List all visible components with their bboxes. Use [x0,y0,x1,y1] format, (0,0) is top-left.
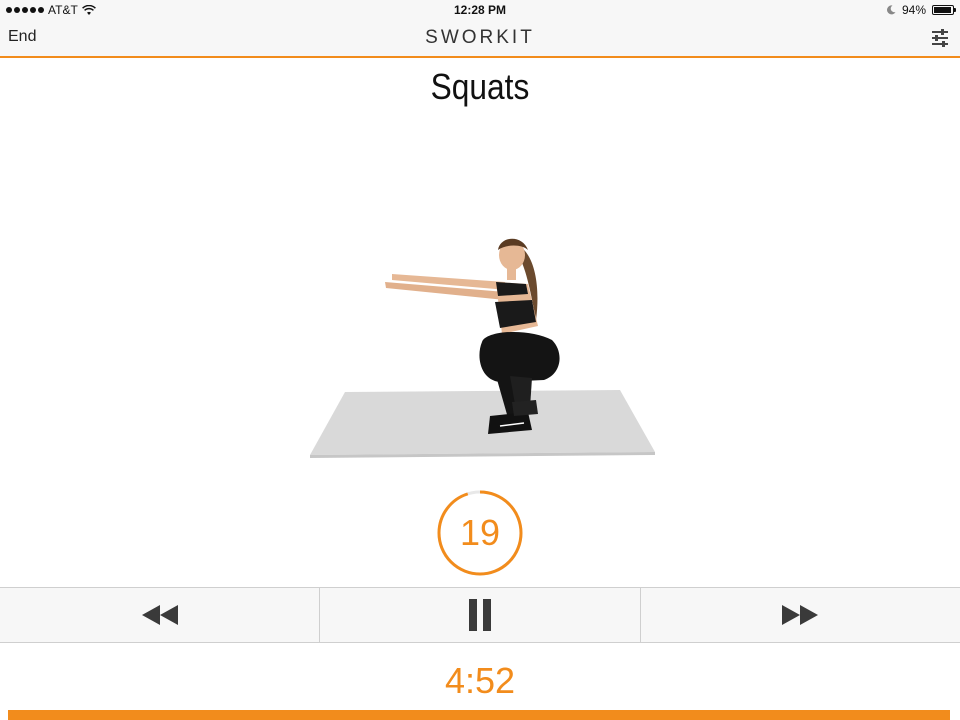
fast-forward-icon [782,605,819,625]
previous-button[interactable] [0,588,321,642]
app-logo: SWORKIT [425,27,535,48]
workout-progress-bar [0,710,960,720]
next-button[interactable] [641,588,960,642]
status-bar: AT&T 12:28 PM 94% [0,0,960,20]
moon-icon [886,5,896,15]
status-right: 94% [886,3,956,17]
battery-percentage: 94% [901,3,926,17]
workout-progress-fill [8,710,951,720]
sliders-icon[interactable] [930,28,950,48]
pause-icon [468,599,491,631]
exercise-illustration [310,238,655,458]
rep-timer-count: 19 [459,512,501,553]
nav-bar: End SWORKIT [0,20,960,58]
exercise-title: Squats [430,66,530,107]
playback-controls [0,587,960,643]
pause-button[interactable] [320,588,641,642]
battery-fill [934,7,951,13]
rewind-icon [141,605,178,625]
total-workout-timer: 4:52 [444,660,516,701]
clock: 12:28 PM [453,3,507,17]
battery-icon [932,5,956,15]
